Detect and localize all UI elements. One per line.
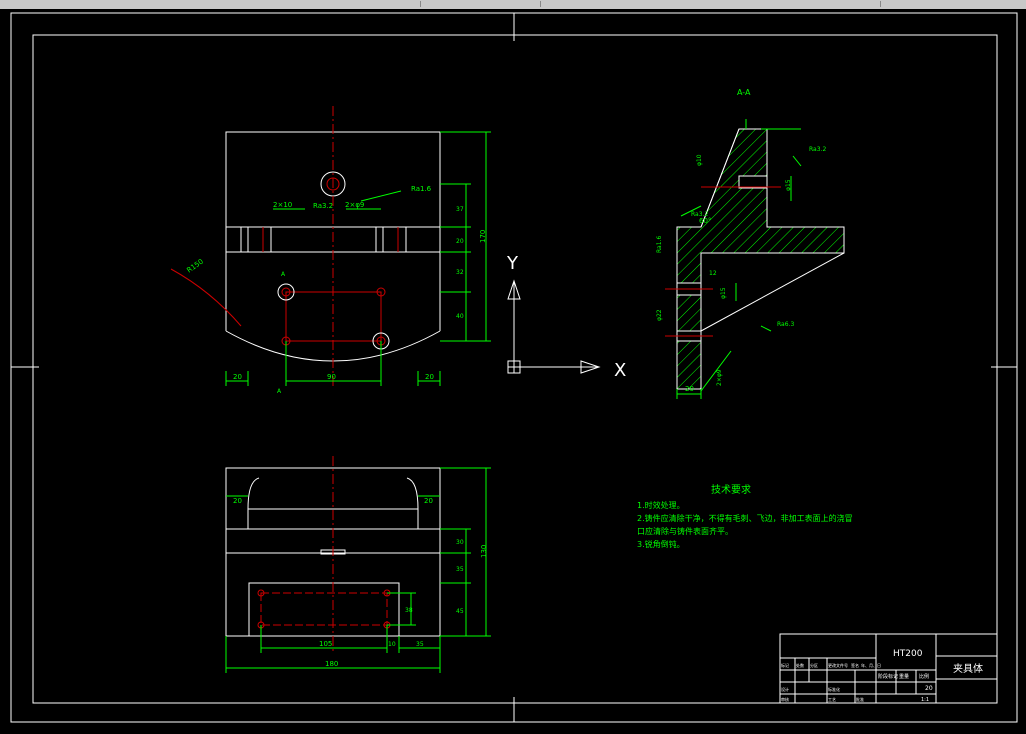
dim-h4: 40 (456, 313, 464, 320)
dim-wall: 20 (685, 385, 694, 393)
dim-depth: 12 (709, 270, 717, 277)
roughness-section-1: Ra3.2 (809, 146, 826, 153)
dim-bottom-span: 90 (327, 373, 336, 381)
window-titlebar (0, 0, 1026, 9)
dim-top-right: 20 (424, 497, 433, 505)
title-stage-label: 阶段标记 (878, 673, 898, 680)
title-part-name: 夹具体 (953, 662, 983, 675)
title-left-label: 审核 (781, 696, 789, 702)
dim-radius: R150 (185, 258, 205, 275)
title-row-label: 处数 (796, 662, 804, 668)
dim-h2: 20 (456, 238, 464, 245)
dim-d1: φ10 (696, 154, 703, 166)
dim-ra-left: Ra1.6 (656, 236, 663, 253)
title-material: HT200 (893, 649, 923, 659)
axis-y-label: Y (506, 253, 519, 274)
tech-req-line: 1.时效处理。 (637, 500, 685, 510)
dim-top-height-total: 130 (480, 545, 488, 558)
section-mark-bottom: A (277, 388, 282, 395)
dim-d2: φ15 (785, 179, 792, 191)
tech-req-line: 3.锐角倒钝。 (637, 539, 685, 549)
title-left-label: 工艺 (828, 697, 836, 702)
title-scale-label: 比例 (919, 673, 929, 680)
dim-top-h4: 38 (405, 607, 413, 614)
axis-x-label: X (614, 360, 626, 381)
top-view: 20 20 180 105 10 35 130 30 35 45 38 (225, 456, 491, 673)
tech-req-line: 2.铸件应清除干净，不得有毛刺、飞边，非加工表面上的浇冒 (637, 513, 853, 523)
dim-holes-right: 2×φ9 (345, 201, 364, 209)
ucs-axis-icon (507, 279, 601, 374)
roughness-section-2: Ra3.2 (691, 211, 708, 218)
section-mark-top: A (281, 271, 286, 278)
dim-right-gap: 20 (425, 373, 434, 381)
title-scale: 1:1 (921, 697, 929, 703)
titlebar-segment (540, 1, 881, 7)
title-row-label: 更改文件号 (828, 662, 848, 668)
roughness-ra32: Ra3.2 (313, 202, 333, 210)
section-view: 20 60° φ10 φ15 φ22 φ15 2×φ9 12 Ra1.6 Ra3… (656, 119, 845, 399)
title-row-label: 分区 (810, 662, 818, 668)
dim-top-right-edge: 35 (416, 641, 424, 648)
dim-top-h1: 30 (456, 539, 464, 546)
dim-top-h2: 35 (456, 566, 464, 573)
title-left-label: 设计 (781, 686, 789, 692)
section-view-label: A-A (737, 88, 751, 97)
dim-left-gap: 20 (233, 373, 242, 381)
dim-h3: 32 (456, 269, 464, 276)
titlebar-segment (0, 1, 421, 7)
dim-d3: φ22 (656, 309, 663, 321)
tech-req-title: 技术要求 (711, 483, 751, 496)
dim-top-hole-span: 105 (319, 640, 332, 648)
title-row-label: 年、月、日 (861, 662, 881, 668)
dim-d4: φ15 (720, 287, 727, 299)
dim-holes: 2×φ9 (716, 369, 723, 386)
title-weight-label: 重量 (899, 673, 909, 680)
dim-top-left: 20 (233, 497, 242, 505)
titlebar-segment (420, 1, 541, 7)
inner-frame (32, 34, 998, 704)
dim-h1: 37 (456, 206, 464, 213)
title-row-label: 签名 (851, 662, 859, 668)
front-view: 20 90 20 170 37 20 32 40 2×10 2×φ9 Ra3.2… (170, 106, 491, 395)
dim-top-h3: 45 (456, 608, 464, 615)
title-approve-label: 批准 (856, 696, 864, 702)
tech-req-line: 口应清除与铸件表面齐平。 (637, 526, 733, 536)
title-row-label: 标记 (781, 662, 789, 668)
roughness-ra16: Ra1.6 (411, 185, 432, 193)
dim-top-gap: 10 (388, 641, 396, 648)
title-qty: 20 (925, 685, 933, 692)
dim-height-total: 170 (479, 230, 487, 243)
roughness-section-3: Ra6.3 (777, 321, 794, 328)
technical-requirements: 技术要求 1.时效处理。 2.铸件应清除干净，不得有毛刺、飞边，非加工表面上的浇… (637, 483, 853, 549)
dim-holes-left: 2×10 (273, 201, 292, 209)
dim-angle: 60° (699, 217, 711, 225)
title-std-label: 标准化 (828, 686, 840, 692)
cad-drawing-canvas[interactable]: 20 90 20 170 37 20 32 40 2×10 2×φ9 Ra3.2… (0, 9, 1026, 729)
dim-top-width-total: 180 (325, 660, 338, 668)
